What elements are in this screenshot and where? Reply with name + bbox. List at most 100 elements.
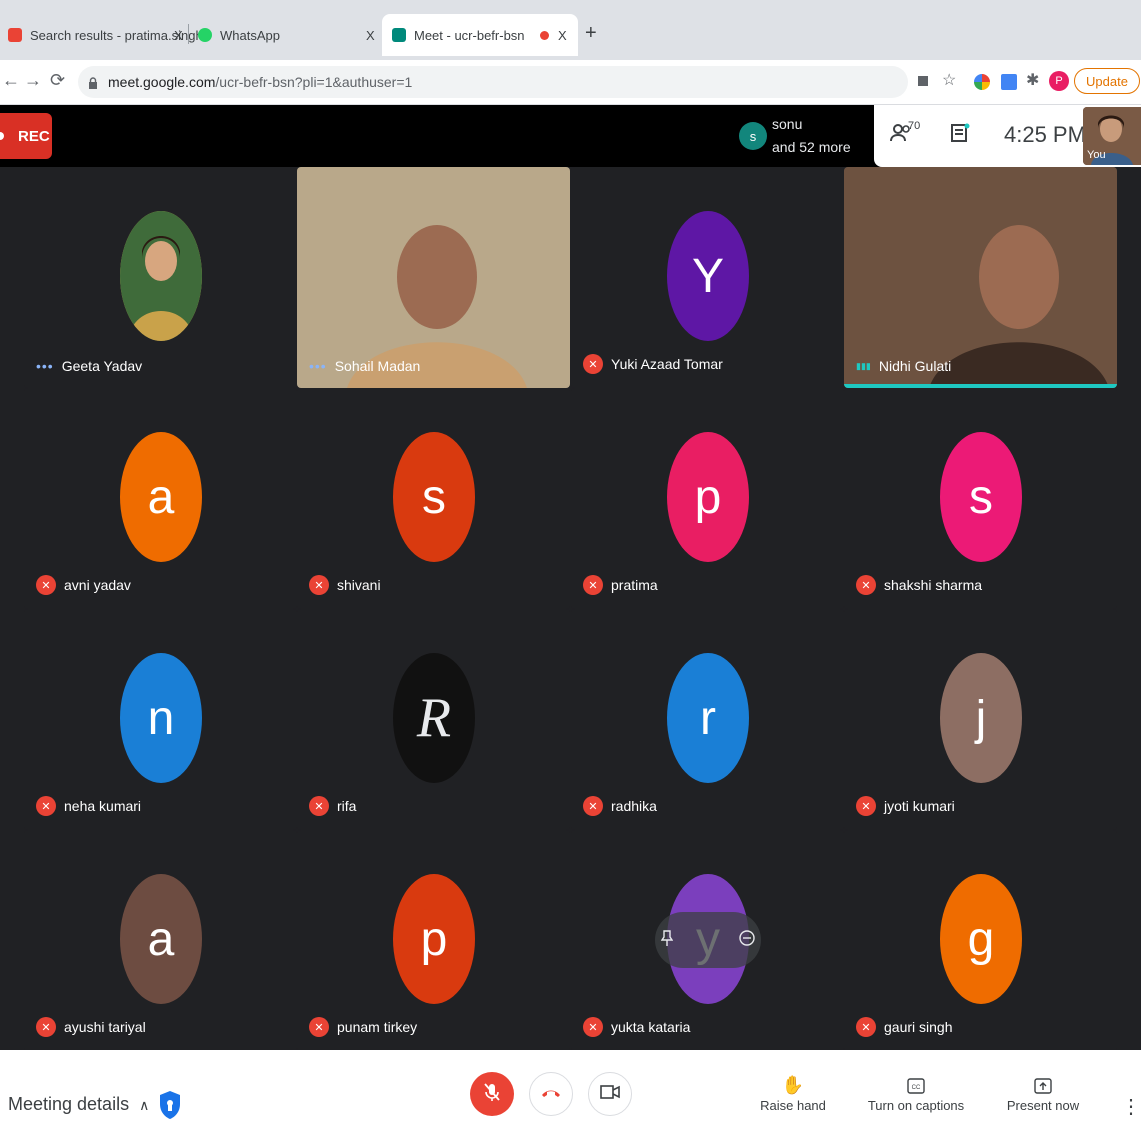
mic-off-icon: ✕ xyxy=(36,1017,56,1037)
tab-close-icon[interactable]: X xyxy=(558,28,567,43)
mic-off-icon: ✕ xyxy=(309,1017,329,1037)
mic-off-icon: ✕ xyxy=(583,1017,603,1037)
captions-button[interactable]: CC Turn on captions xyxy=(866,1072,966,1113)
participant-label: ✕ avni yadav xyxy=(36,575,131,595)
camera-toggle-button[interactable] xyxy=(588,1072,632,1116)
self-view-label: You xyxy=(1087,149,1106,161)
participant-label: ✕ gauri singh xyxy=(856,1017,953,1037)
participant-label: ✕ punam tirkey xyxy=(309,1017,417,1037)
svg-text:CC: CC xyxy=(912,1085,921,1091)
back-arrow-icon[interactable]: ← xyxy=(2,70,20,91)
speaking-indicator-icon: ▮▮▮ xyxy=(856,360,871,371)
participant-name: neha kumari xyxy=(64,798,142,814)
participant-label: ✕ pratima xyxy=(583,575,658,595)
new-tab-button[interactable]: + xyxy=(585,22,597,45)
tab-search-results[interactable]: Search results - pratima.singh X xyxy=(8,14,203,56)
mic-off-icon: ✕ xyxy=(856,796,876,816)
self-view-tile[interactable]: You xyxy=(1083,107,1141,165)
docs-extension-icon[interactable] xyxy=(1001,74,1017,90)
meet-bottom-bar: Meeting details ∧ ✋ Raise hand CC Turn on… xyxy=(0,1050,1141,1142)
mic-off-icon xyxy=(483,1082,501,1107)
participant-tile[interactable]: g ✕ gauri singh xyxy=(844,830,1117,1051)
mic-off-icon: ✕ xyxy=(309,575,329,595)
people-count: 70 xyxy=(908,120,921,132)
forward-arrow-icon[interactable]: → xyxy=(24,70,42,91)
participant-tile[interactable]: ▮▮▮ Nidhi Gulati xyxy=(844,167,1117,388)
present-now-button[interactable]: Present now xyxy=(1004,1072,1082,1113)
participant-tile[interactable]: R ✕ rifa xyxy=(297,609,570,830)
participant-label: ✕ jyoti kumari xyxy=(856,796,955,816)
chat-icon[interactable] xyxy=(950,123,970,151)
tab-meet[interactable]: Meet - ucr-befr-bsn X xyxy=(382,14,578,56)
participant-tile[interactable]: s ✕ shakshi sharma xyxy=(844,388,1117,609)
participant-tile[interactable]: r ✕ radhika xyxy=(571,609,844,830)
participant-label: ••• Geeta Yadav xyxy=(36,358,142,374)
participant-name: pratima xyxy=(611,577,658,593)
leave-call-button[interactable] xyxy=(529,1072,573,1116)
browser-tabstrip: Search results - pratima.singh X WhatsAp… xyxy=(0,0,1141,60)
puzzle-extensions-icon[interactable]: ✱ xyxy=(1026,70,1042,89)
extension-color-icon[interactable] xyxy=(974,74,990,90)
profile-avatar[interactable]: P xyxy=(1049,71,1069,91)
chevron-up-icon: ∧ xyxy=(139,1097,150,1113)
avatar: j xyxy=(940,653,1022,783)
participant-name: shakshi sharma xyxy=(884,577,983,593)
recording-dot-icon xyxy=(540,31,549,40)
avatar: p xyxy=(393,874,475,1004)
address-bar-row: ← → ⟳ meet.google.com/ucr-befr-bsn?pli=1… xyxy=(0,60,1141,105)
hang-up-icon xyxy=(541,1085,561,1103)
participant-tile[interactable]: a ✕ avni yadav xyxy=(24,388,297,609)
participant-label: ✕ radhika xyxy=(583,796,657,816)
participant-tile[interactable]: p ✕ punam tirkey xyxy=(297,830,570,1051)
tab-whatsapp[interactable]: WhatsApp X xyxy=(198,14,375,56)
url-path: /ucr-befr-bsn?pli=1&authuser=1 xyxy=(215,74,413,90)
mic-toggle-button[interactable] xyxy=(470,1072,514,1116)
participant-name: yukta kataria xyxy=(611,1019,691,1035)
participant-name: Yuki Azaad Tomar xyxy=(611,356,723,372)
camera-indicator-icon[interactable] xyxy=(918,76,928,86)
participant-name: Sohail Madan xyxy=(334,358,421,374)
more-dots-icon: ••• xyxy=(36,358,54,374)
bookmark-star-icon[interactable]: ☆ xyxy=(942,70,958,89)
more-options-icon[interactable]: ⋮ xyxy=(1121,1094,1141,1119)
mic-off-icon: ✕ xyxy=(583,354,603,374)
participant-tile[interactable]: j ✕ jyoti kumari xyxy=(844,609,1117,830)
tab-close-icon[interactable]: X xyxy=(366,28,375,43)
url-field[interactable]: meet.google.com/ucr-befr-bsn?pli=1&authu… xyxy=(78,66,908,98)
meeting-details-button[interactable]: Meeting details ∧ xyxy=(8,1094,149,1115)
tab-title: WhatsApp xyxy=(220,27,280,43)
presenter-chip[interactable]: s sonu and 52 more xyxy=(732,108,868,166)
reload-icon[interactable]: ⟳ xyxy=(50,70,65,91)
mic-off-icon: ✕ xyxy=(583,796,603,816)
mic-off-icon: ✕ xyxy=(856,1017,876,1037)
participant-name: gauri singh xyxy=(884,1019,953,1035)
participant-tile[interactable]: p ✕ pratima xyxy=(571,388,844,609)
participant-tile[interactable]: n ✕ neha kumari xyxy=(24,609,297,830)
tile-hover-controls[interactable] xyxy=(655,912,761,968)
participant-tile[interactable]: a ✕ ayushi tariyal xyxy=(24,830,297,1051)
participant-label: ✕ yukta kataria xyxy=(583,1017,690,1037)
participant-tile[interactable]: ••• Geeta Yadav xyxy=(24,167,297,388)
update-button[interactable]: Update xyxy=(1074,68,1140,94)
shield-icon[interactable] xyxy=(158,1090,182,1120)
avatar: s xyxy=(393,432,475,562)
participant-name: punam tirkey xyxy=(337,1019,418,1035)
meet-icon xyxy=(392,28,406,42)
participant-tile[interactable]: s ✕ shivani xyxy=(297,388,570,609)
participant-name: Geeta Yadav xyxy=(61,358,143,374)
raise-hand-button[interactable]: ✋ Raise hand xyxy=(758,1072,828,1113)
meeting-clock: 4:25 PM xyxy=(1004,122,1086,147)
url-host: meet.google.com xyxy=(108,74,216,90)
avatar: a xyxy=(120,432,202,562)
participant-label: ✕ Yuki Azaad Tomar xyxy=(583,354,723,374)
pin-icon[interactable] xyxy=(661,929,674,951)
remove-icon[interactable] xyxy=(738,929,755,951)
participant-name: Nidhi Gulati xyxy=(878,358,952,374)
mic-off-icon: ✕ xyxy=(36,575,56,595)
tab-close-icon[interactable]: X xyxy=(174,28,183,43)
participant-tile[interactable]: Y ✕ Yuki Azaad Tomar xyxy=(571,167,844,388)
participant-tile[interactable]: ••• Sohail Madan xyxy=(297,167,570,388)
tab-divider xyxy=(188,24,189,44)
presenter-name: sonu xyxy=(772,116,803,132)
captions-icon: CC xyxy=(866,1072,966,1098)
